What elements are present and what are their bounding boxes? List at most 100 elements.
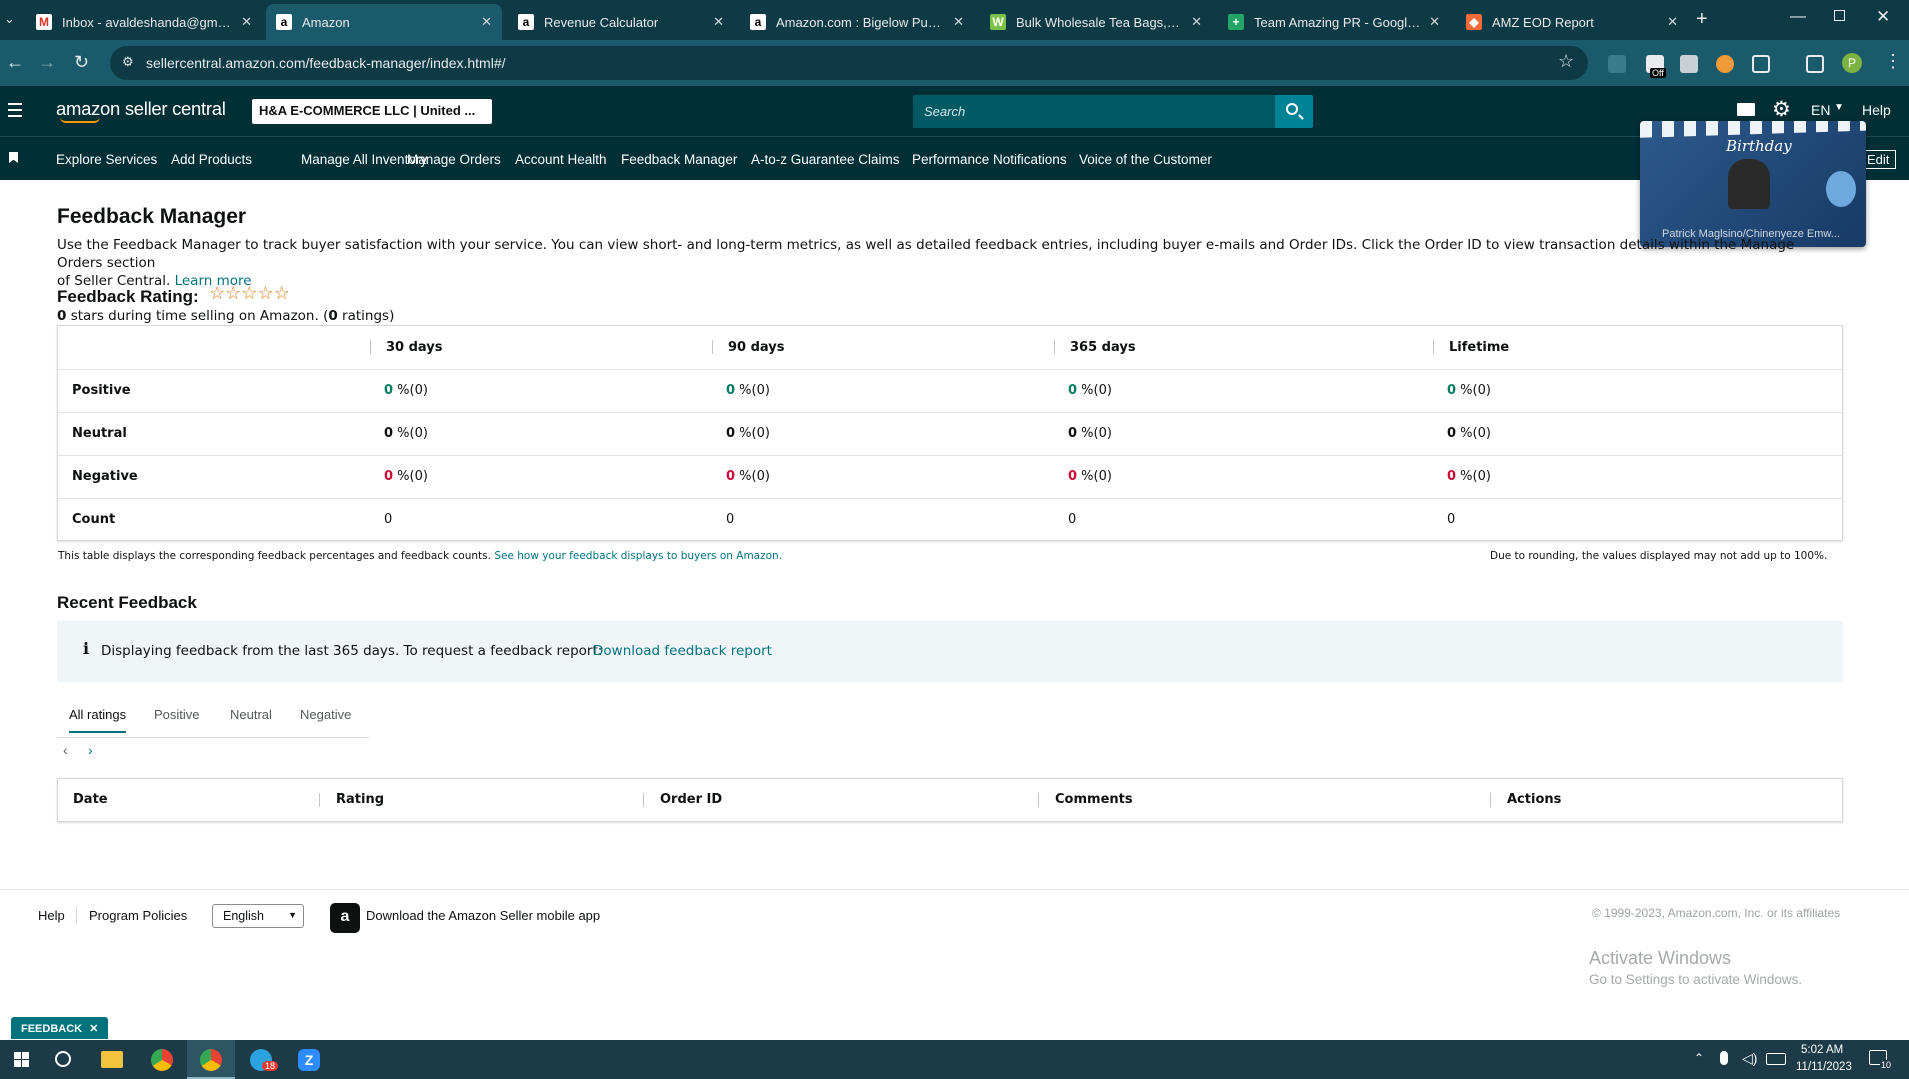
bookmark-icon[interactable] [9,152,18,163]
nav-item-account-health[interactable]: Account Health [515,152,607,167]
footer-help-link[interactable]: Help [38,908,65,923]
tray-chevron-icon[interactable]: ⌃ [1694,1051,1704,1065]
keyboard-icon[interactable] [1766,1053,1786,1065]
rating-filter-tabs: All ratings Positive Neutral Negative [57,700,369,738]
extension-puzzle-icon[interactable] [1608,55,1626,73]
tab-all-ratings[interactable]: All ratings [69,707,127,733]
language-selector[interactable]: EN [1811,102,1830,118]
balloon-decoration [1826,171,1856,207]
prev-page-icon[interactable]: ‹ [63,742,68,758]
feedback-rating-table: 30 days 90 days 365 days Lifetime Positive 0 … [57,325,1843,541]
close-tab-icon[interactable]: ✕ [953,14,964,30]
language-chevron-icon: ▼ [1834,102,1844,113]
close-tab-icon[interactable]: ✕ [1667,14,1678,30]
mail-icon[interactable] [1737,103,1755,116]
url-text[interactable]: sellercentral.amazon.com/feedback-manage… [146,55,506,71]
browser-tab[interactable]: + Team Amazing PR - Google She ✕ [1218,4,1450,40]
nav-item-explore-services[interactable]: Explore Services [56,152,157,167]
cell-value: 0 [1447,383,1457,398]
star-icon: ☆ [273,283,290,303]
cortana-search-icon[interactable] [55,1051,71,1067]
bookmark-star-icon[interactable]: ☆ [1558,51,1574,72]
profile-avatar[interactable]: P [1842,53,1862,73]
tab-search-icon[interactable]: ⌄ [4,11,15,27]
search-button[interactable] [1275,95,1313,128]
browser-menu-icon[interactable]: ⋮ [1884,51,1902,72]
close-tab-icon[interactable]: ✕ [1429,14,1440,30]
amazon-app-icon[interactable]: a [330,903,360,933]
feedback-tab-button[interactable]: FEEDBACK ✕ [11,1017,109,1039]
nav-item-voice-of-the-customer[interactable]: Voice of the Customer [1079,152,1212,167]
nav-item-add-products[interactable]: Add Products [171,152,252,167]
column-header: Lifetime [1449,340,1510,355]
cell-value: 0 [384,426,394,441]
table-cell: 0 %(0) [1447,383,1491,398]
browser-tab[interactable]: a Amazon.com : Bigelow Pumpki ✕ [740,4,974,40]
browser-tab[interactable]: a Amazon ✕ [266,4,502,40]
browser-tab[interactable]: ◆ AMZ EOD Report ✕ [1456,4,1688,40]
help-link[interactable]: Help [1862,102,1891,118]
table-cell: 0 [1068,512,1076,527]
address-bar[interactable]: ⚙ sellercentral.amazon.com/feedback-mana… [110,46,1588,80]
nav-item-feedback-manager[interactable]: Feedback Manager [621,152,737,167]
browser-tab-title: Revenue Calculator [544,14,659,30]
clock-date[interactable]: 11/11/2023 [1796,1061,1852,1073]
tab-positive[interactable]: Positive [154,707,200,731]
restore-icon[interactable] [1834,10,1845,21]
nav-item-a-to-z-guarantee-claims[interactable]: A-to-z Guarantee Claims [751,152,900,167]
column-separator [319,793,320,807]
browser-tab[interactable]: a Revenue Calculator ✕ [508,4,734,40]
feedback-rating-heading: Feedback Rating: [57,287,199,307]
recent-feedback-title: Recent Feedback [57,593,197,612]
hamburger-menu-icon[interactable] [8,103,22,117]
windows-start-icon[interactable] [14,1052,29,1067]
site-info-icon[interactable]: ⚙ [122,54,134,70]
search-input[interactable]: Search [913,95,1275,128]
download-app-link[interactable]: Download the Amazon Seller mobile app [366,908,600,923]
cell-suffix: %(0) [393,469,428,484]
minimize-icon[interactable]: — [1790,8,1806,26]
reload-icon[interactable]: ↻ [74,52,89,73]
tab-negative[interactable]: Negative [300,707,351,731]
table-cell: 0 %(0) [1068,426,1112,441]
cell-value: 0 [726,512,735,527]
tab-neutral[interactable]: Neutral [230,707,272,731]
program-policies-link[interactable]: Program Policies [89,908,187,923]
close-tab-icon[interactable]: ✕ [1191,14,1202,30]
close-tab-icon[interactable]: ✕ [481,14,492,30]
browser-tab[interactable]: M Inbox - avaldeshanda@gmail.co ✕ [26,4,262,40]
microphone-icon[interactable] [1720,1051,1728,1065]
windows-activate-subtitle: Go to Settings to activate Windows. [1589,972,1803,987]
forward-icon[interactable]: → [38,52,56,73]
side-panel-icon[interactable] [1806,55,1824,73]
nav-item-manage-orders[interactable]: Manage Orders [407,152,501,167]
table-cell: 0 [726,512,734,527]
extension-sheet-icon[interactable] [1680,55,1698,73]
account-selector[interactable]: H&A E-COMMERCE LLC | United ... [252,99,492,124]
download-report-link[interactable]: Download feedback report [593,643,772,659]
language-select[interactable]: English ▼ [212,904,304,928]
feedback-close-icon[interactable]: ✕ [89,1023,98,1035]
close-window-icon[interactable]: ✕ [1876,7,1890,27]
browser-tab[interactable]: W Bulk Wholesale Tea Bags, Sach ✕ [980,4,1212,40]
zoom-icon[interactable]: Z [298,1049,320,1071]
chrome-profile-taskbar-item[interactable] [187,1040,235,1079]
new-tab-icon[interactable]: + [1696,8,1708,31]
back-icon[interactable]: ← [6,52,24,73]
extensions-menu-icon[interactable] [1752,55,1770,73]
next-page-icon[interactable]: › [88,742,93,758]
wholesale-icon: W [990,14,1006,30]
close-tab-icon[interactable]: ✕ [713,14,724,30]
file-explorer-icon[interactable] [101,1051,123,1068]
chrome-icon[interactable] [151,1049,173,1071]
video-call-overlay[interactable]: Birthday Patrick Maglsino/Chinenyeze Emw… [1640,121,1866,247]
cell-suffix: %(0) [1077,383,1112,398]
settings-gear-icon[interactable]: ⚙ [1772,97,1791,122]
close-tab-icon[interactable]: ✕ [241,14,252,30]
extension-circle-icon[interactable] [1716,55,1734,73]
volume-icon[interactable]: ◁) [1742,1050,1757,1067]
rating-count: 0 [328,308,338,324]
feedback-display-link[interactable]: See how your feedback displays to buyers… [494,550,782,562]
nav-item-performance-notifications[interactable]: Performance Notifications [912,152,1067,167]
clock-time[interactable]: 5:02 AM [1801,1044,1843,1056]
